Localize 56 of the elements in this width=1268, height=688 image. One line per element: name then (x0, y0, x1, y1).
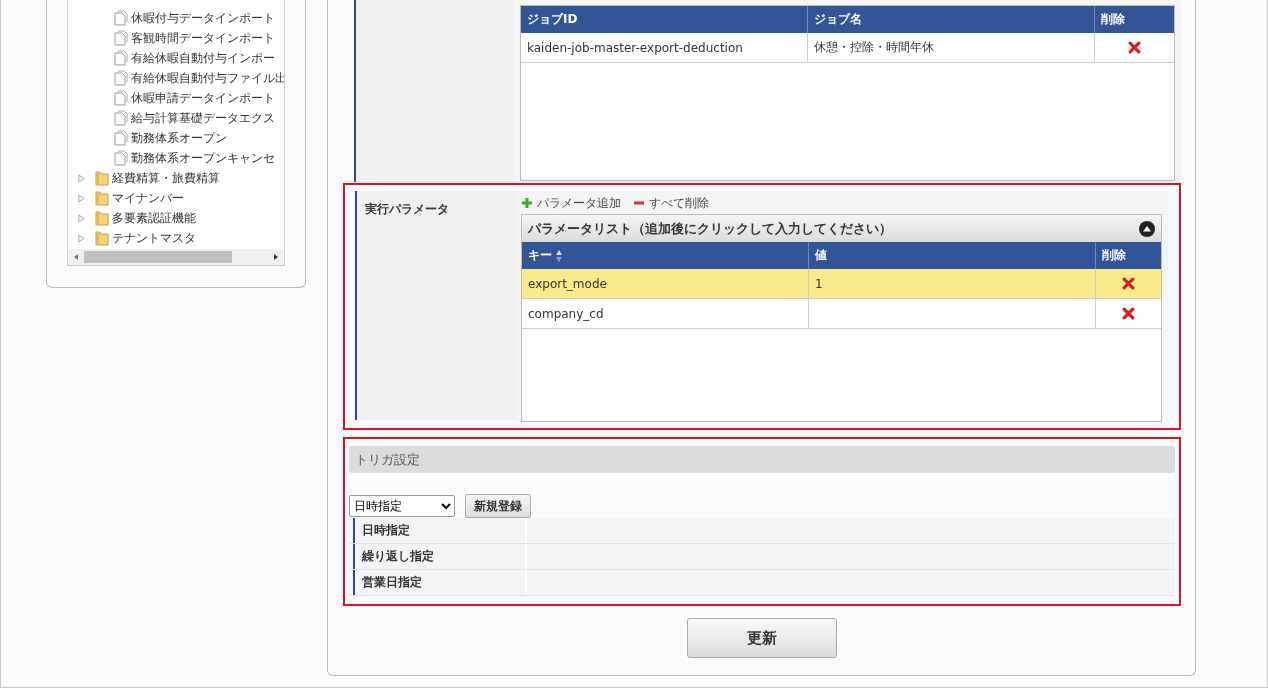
table-cell: 1 (815, 276, 823, 291)
field-label: 日時指定 (362, 522, 410, 539)
tree-item[interactable]: 勤務体系オープンキャンセ (131, 149, 275, 167)
add-parameter-link[interactable]: パラメータ追加 (521, 194, 621, 212)
sort-icon[interactable] (555, 248, 563, 263)
tree-item[interactable]: マイナンバー (112, 189, 184, 207)
expand-triangle-icon[interactable] (78, 233, 85, 243)
tree-item[interactable]: 休暇付与データインポート (131, 9, 275, 27)
tree-item[interactable]: 給与計算基礎データエクス (131, 109, 275, 127)
table-cell: company_cd (528, 306, 604, 321)
tree-item[interactable]: 勤務体系オープン (131, 129, 227, 147)
tree-item[interactable]: 経費精算・旅費精算 (112, 169, 220, 187)
column-header: ジョブID (521, 6, 808, 33)
column-header: 削除 (1101, 247, 1127, 264)
column-header: ジョブ名 (808, 6, 1095, 33)
new-register-button[interactable]: 新規登録 (465, 494, 531, 518)
panel-title: パラメータリスト（追加後にクリックして入力してください） (528, 219, 892, 238)
table-cell: 休憩・控除・時間年休 (808, 33, 1095, 62)
delete-icon[interactable] (1128, 41, 1141, 54)
tree-item[interactable]: 休暇申請データインポート (131, 89, 275, 107)
horizontal-scrollbar[interactable] (68, 249, 284, 265)
folder-icon (95, 190, 109, 206)
document-icon (114, 90, 128, 106)
document-icon (114, 10, 128, 26)
parameter-row[interactable]: export_mode 1 (522, 269, 1161, 299)
tree-item[interactable]: 多要素認証機能 (112, 209, 196, 227)
document-icon (114, 70, 128, 86)
field-label: 営業日指定 (362, 574, 422, 591)
delete-all-link[interactable]: すべて削除 (633, 194, 709, 212)
folder-icon (95, 210, 109, 226)
expand-triangle-icon[interactable] (78, 193, 85, 203)
column-header: 削除 (1100, 11, 1126, 28)
table-cell: export_mode (528, 276, 607, 291)
folder-icon (95, 230, 109, 246)
update-button[interactable]: 更新 (686, 618, 837, 658)
folder-icon (95, 170, 109, 186)
section-header: トリガ設定 (349, 446, 1175, 473)
collapse-icon[interactable] (1139, 220, 1155, 237)
expand-triangle-icon[interactable] (78, 213, 85, 223)
document-icon (114, 50, 128, 66)
delete-icon[interactable] (1122, 277, 1135, 290)
document-icon (114, 30, 128, 46)
parameter-row[interactable]: company_cd (522, 299, 1161, 329)
document-icon (114, 150, 128, 166)
tree-item[interactable]: テナントマスタ (112, 229, 196, 247)
trigger-type-select[interactable]: 日時指定 (349, 495, 455, 517)
plus-icon (521, 197, 533, 209)
document-icon (114, 130, 128, 146)
document-icon (114, 110, 128, 126)
table-cell: kaiden-job-master-export-deduction (521, 33, 808, 62)
field-label: 繰り返し指定 (362, 548, 434, 565)
field-label: 実行パラメータ (365, 202, 449, 216)
delete-icon[interactable] (1122, 307, 1135, 320)
tree-item[interactable]: 客観時間データインポート (131, 29, 275, 47)
tree-item[interactable]: 有給休暇自動付与インポー (131, 49, 275, 67)
expand-triangle-icon[interactable] (78, 173, 85, 183)
